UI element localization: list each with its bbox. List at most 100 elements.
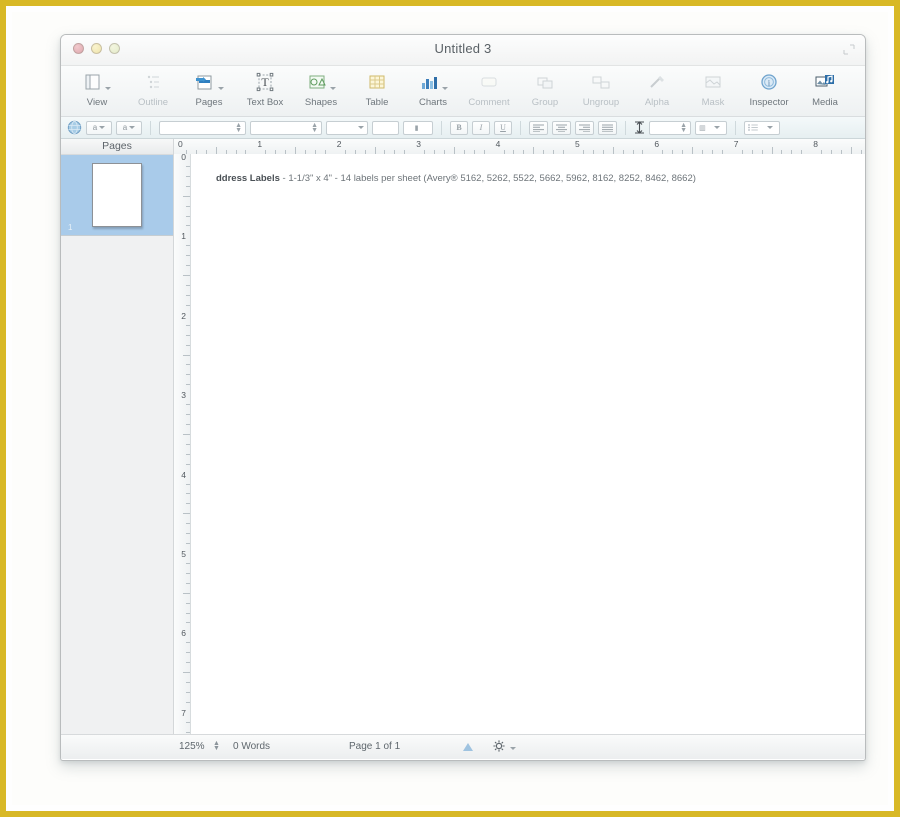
ruler-tick <box>692 147 694 154</box>
align-center-button[interactable] <box>552 120 571 135</box>
ruler-tick <box>186 255 190 257</box>
ruler-tick <box>186 225 190 227</box>
toolbar-button-alpha[interactable]: Alpha <box>629 66 685 108</box>
toolbar-button-colors[interactable]: Colors <box>853 66 865 108</box>
page-thumbnail[interactable] <box>92 163 142 227</box>
text-color-well[interactable] <box>372 120 399 135</box>
shapes-icon <box>306 70 336 94</box>
document-body: Pages 1 0 1 2 3 4 5 6 7 8 0 1 2 3 4 5 6 7 ddress Labels… <box>61 139 865 734</box>
ruler-tick <box>453 147 455 154</box>
toolbar-button-text-box[interactable]: T Text Box <box>237 66 293 108</box>
status-bar: 125% ▲ ▼ 0 Words Page 1 of 1 <box>61 734 865 759</box>
mask-icon <box>702 70 724 94</box>
ruler-tick-label: 5 <box>575 139 580 149</box>
font-typeface-select[interactable]: ▲ ▼ <box>250 120 322 135</box>
text-box-icon: T <box>254 70 276 94</box>
columns-select[interactable]: ▥ <box>695 120 727 135</box>
toolbar-label: Text Box <box>246 97 284 108</box>
toolbar-button-group[interactable]: Group <box>517 66 573 108</box>
fullscreen-icon[interactable] <box>843 44 855 55</box>
align-left-button[interactable] <box>529 120 548 135</box>
align-right-button[interactable] <box>575 120 594 135</box>
stepper-icon: ▲ ▼ <box>311 121 318 134</box>
toolbar-button-ungroup[interactable]: Ungroup <box>573 66 629 108</box>
list-style-dropdown[interactable]: a <box>116 120 142 135</box>
settings-menu-button[interactable] <box>493 740 516 755</box>
ruler-tick <box>183 592 190 594</box>
toolbar-button-inspector[interactable]: i Inspector <box>741 66 797 108</box>
ruler-tick <box>183 672 190 674</box>
toolbar-button-mask[interactable]: Mask <box>685 66 741 108</box>
ruler-tick-label: 0 <box>181 154 186 162</box>
ruler-tick <box>295 147 297 154</box>
ruler-tick <box>186 662 190 664</box>
ruler-tick <box>612 147 614 154</box>
horizontal-ruler[interactable]: 0 1 2 3 4 5 6 7 8 <box>174 139 865 155</box>
columns-icon: ▥ <box>699 124 706 132</box>
ruler-tick <box>186 265 190 267</box>
font-family-select[interactable]: ▲ ▼ <box>159 120 246 135</box>
zoom-level[interactable]: 125% <box>179 741 205 752</box>
vertical-ruler[interactable]: 0 1 2 3 4 5 6 7 <box>174 154 191 734</box>
toolbar-button-outline[interactable]: Outline <box>125 66 181 108</box>
toolbar-button-table[interactable]: Table <box>349 66 405 108</box>
word-count: 0 Words <box>233 741 271 752</box>
ruler-tick <box>186 572 190 574</box>
ruler-tick <box>186 731 190 733</box>
italic-button[interactable]: I <box>472 120 490 135</box>
ruler-tick <box>186 622 190 624</box>
fill-color-well[interactable]: ▮ <box>403 120 433 135</box>
zoom-stepper[interactable]: ▲ ▼ <box>213 740 220 752</box>
ruler-tick-label: 1 <box>257 139 263 149</box>
divider <box>625 120 626 135</box>
canvas-column: 0 1 2 3 4 5 6 7 8 0 1 2 3 4 5 6 7 ddress Labels - 1-1/3… <box>174 139 865 734</box>
toolbar-group-view: View Outline <box>69 66 181 108</box>
ruler-tick <box>186 404 190 406</box>
ruler-tick <box>186 543 190 545</box>
align-left-icon <box>533 124 544 132</box>
line-spacing-icon[interactable] <box>634 120 645 135</box>
line-spacing-select[interactable]: ▲ ▼ <box>649 120 691 135</box>
paragraph-styles-globe-icon[interactable] <box>67 120 82 135</box>
paragraph-style-dropdown[interactable]: a <box>86 120 112 135</box>
ruler-tick <box>186 215 190 217</box>
chevron-down-icon <box>509 747 516 750</box>
frame-inner: Untitled 3 View Outline Pages T Text Box… <box>12 12 888 805</box>
toolbar-button-view[interactable]: View <box>69 66 125 108</box>
toolbar-button-media[interactable]: Media <box>797 66 853 108</box>
ruler-tick <box>186 533 190 535</box>
ruler-tick <box>215 147 217 154</box>
chevron-down-icon <box>218 87 224 90</box>
toolbar-group-utilities: i Inspector Media <box>741 66 865 108</box>
comment-icon <box>478 70 500 94</box>
list-type-select[interactable] <box>744 120 780 135</box>
format-bar: a a ▲ ▼ ▲ ▼ ▮ B I U ▲ ▼ ▥ <box>61 117 865 139</box>
stepper-icon: ▲ ▼ <box>680 121 687 134</box>
toolbar-button-charts[interactable]: Charts <box>405 66 461 108</box>
bold-button[interactable]: B <box>450 120 468 135</box>
alpha-icon <box>646 70 668 94</box>
ruler-tick-label: 2 <box>336 139 342 149</box>
ruler-tick <box>186 721 190 723</box>
align-justify-button[interactable] <box>598 120 617 135</box>
ruler-tick <box>186 384 190 386</box>
toolbar-label: Charts <box>419 97 447 108</box>
ruler-tick <box>186 503 190 505</box>
page-thumbnail-number: 1 <box>68 223 73 232</box>
chevron-down-icon <box>330 87 336 90</box>
alert-triangle-icon[interactable] <box>463 743 473 751</box>
toolbar-button-comment[interactable]: Comment <box>461 66 517 108</box>
window-title-bar[interactable]: Untitled 3 <box>61 35 865 66</box>
document-text-line[interactable]: ddress Labels - 1-1/3" x 4" - 14 labels … <box>216 173 696 184</box>
ruler-tick <box>186 682 190 684</box>
toolbar-button-shapes[interactable]: Shapes <box>293 66 349 108</box>
font-size-select[interactable] <box>326 120 368 135</box>
media-icon <box>813 70 837 94</box>
underline-button[interactable]: U <box>494 120 512 135</box>
main-toolbar: View Outline Pages T Text Box Shapes Tab… <box>61 66 865 117</box>
page-canvas[interactable]: ddress Labels - 1-1/3" x 4" - 14 labels … <box>191 154 865 734</box>
toolbar-button-pages[interactable]: Pages <box>181 66 237 108</box>
toolbar-label: Mask <box>701 97 725 108</box>
group-icon <box>534 70 556 94</box>
page-thumbnail-item[interactable]: 1 <box>61 155 173 236</box>
